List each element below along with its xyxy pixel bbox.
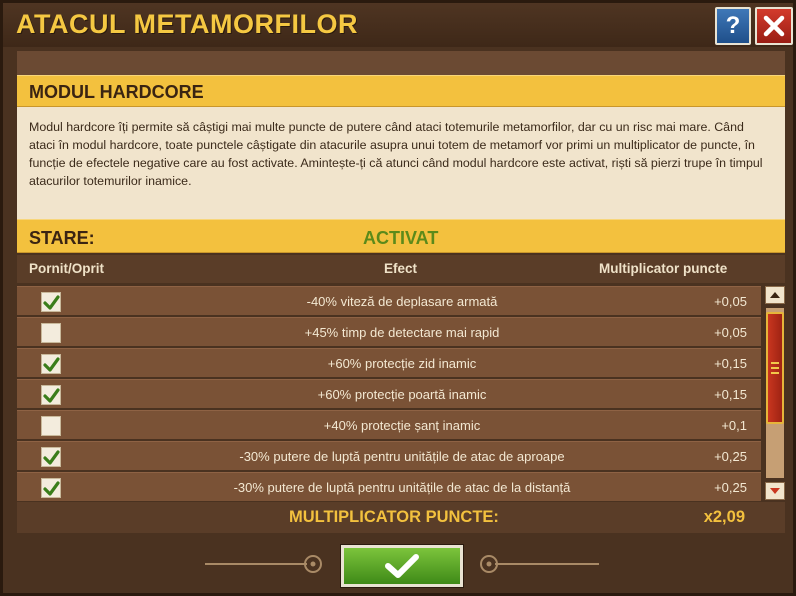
arrow-down-icon xyxy=(770,488,780,494)
grip-line xyxy=(771,362,779,364)
left-ornament-icon xyxy=(205,555,322,573)
column-header-multiplier: Multiplicator puncte xyxy=(599,261,728,276)
effect-row: -30% putere de luptă pentru unitățile de… xyxy=(17,472,761,501)
effect-label: +45% timp de detectare mai rapid xyxy=(304,325,500,340)
effect-checkbox[interactable] xyxy=(41,416,61,436)
section-header: MODUL HARDCORE xyxy=(17,75,785,107)
close-button[interactable] xyxy=(755,7,793,45)
dialog-title: ATACUL METAMORFILOR xyxy=(16,9,358,39)
checkmark-icon xyxy=(385,554,419,578)
scroll-down-button[interactable] xyxy=(765,482,785,500)
column-header-effect: Efect xyxy=(384,261,418,276)
section-title: MODUL HARDCORE xyxy=(29,82,204,102)
effect-checkbox[interactable] xyxy=(41,323,61,343)
checkmark-icon xyxy=(43,450,60,465)
confirm-button[interactable] xyxy=(341,545,463,587)
effects-scrollbar[interactable] xyxy=(764,286,786,501)
table-header: Pornit/Oprit Efect Multiplicator puncte xyxy=(17,255,785,283)
effect-multiplier: +0,25 xyxy=(714,449,747,464)
total-multiplier-value: x2,09 xyxy=(703,508,745,526)
effect-multiplier: +0,1 xyxy=(721,418,747,433)
effect-label: -30% putere de luptă pentru unitățile de… xyxy=(233,480,571,495)
effect-row: -30% putere de luptă pentru unitățile de… xyxy=(17,441,761,470)
checkmark-icon xyxy=(43,481,60,496)
effect-multiplier: +0,25 xyxy=(714,480,747,495)
status-bar: STARE: ACTIVAT xyxy=(17,219,785,253)
total-multiplier-label: MULTIPLICATOR PUNCTE: xyxy=(289,508,499,526)
title-bar: ATACUL METAMORFILOR ? xyxy=(3,3,793,47)
scroll-thumb[interactable] xyxy=(766,312,784,424)
effect-label: +60% protecție poartă inamic xyxy=(317,387,487,402)
help-button[interactable]: ? xyxy=(715,7,751,45)
hardcore-mode-dialog: ATACUL METAMORFILOR ? MODUL HARDCORE Mod… xyxy=(0,0,796,596)
header-spacer xyxy=(17,51,785,75)
effect-label: +60% protecție zid inamic xyxy=(327,356,477,371)
checkmark-icon xyxy=(43,357,60,372)
scroll-up-button[interactable] xyxy=(765,286,785,304)
effect-row: +60% protecție zid inamic +0,15 xyxy=(17,348,761,377)
column-header-toggle: Pornit/Oprit xyxy=(29,261,104,276)
effect-checkbox[interactable] xyxy=(41,447,61,467)
section-description: Modul hardcore îți permite să câștigi ma… xyxy=(17,107,785,219)
effect-row: +45% timp de detectare mai rapid +0,05 xyxy=(17,317,761,346)
grip-line xyxy=(771,372,779,374)
effect-multiplier: +0,05 xyxy=(714,294,747,309)
effect-multiplier: +0,15 xyxy=(714,356,747,371)
effect-checkbox[interactable] xyxy=(41,292,61,312)
effect-checkbox[interactable] xyxy=(41,354,61,374)
effect-checkbox[interactable] xyxy=(41,478,61,498)
effects-list: -40% viteză de deplasare armată +0,05 +4… xyxy=(17,286,761,503)
effect-row: +60% protecție poartă inamic +0,15 xyxy=(17,379,761,408)
effect-row: -40% viteză de deplasare armată +0,05 xyxy=(17,286,761,315)
arrow-up-icon xyxy=(770,292,780,298)
status-label: STARE: xyxy=(29,228,95,248)
checkmark-icon xyxy=(43,388,60,403)
effect-checkbox[interactable] xyxy=(41,385,61,405)
right-ornament-icon xyxy=(480,555,599,573)
checkmark-icon xyxy=(43,295,60,310)
total-multiplier-bar: MULTIPLICATOR PUNCTE: x2,09 xyxy=(17,502,785,533)
effect-multiplier: +0,15 xyxy=(714,387,747,402)
grip-line xyxy=(771,367,779,369)
effect-label: -30% putere de luptă pentru unitățile de… xyxy=(239,449,565,464)
effect-row: +40% protecție șanț inamic +0,1 xyxy=(17,410,761,439)
effect-label: -40% viteză de deplasare armată xyxy=(306,294,498,309)
status-value: ACTIVAT xyxy=(363,228,439,248)
close-icon xyxy=(763,15,785,37)
effect-label: +40% protecție șanț inamic xyxy=(323,418,481,433)
question-icon: ? xyxy=(725,12,741,39)
effect-multiplier: +0,05 xyxy=(714,325,747,340)
